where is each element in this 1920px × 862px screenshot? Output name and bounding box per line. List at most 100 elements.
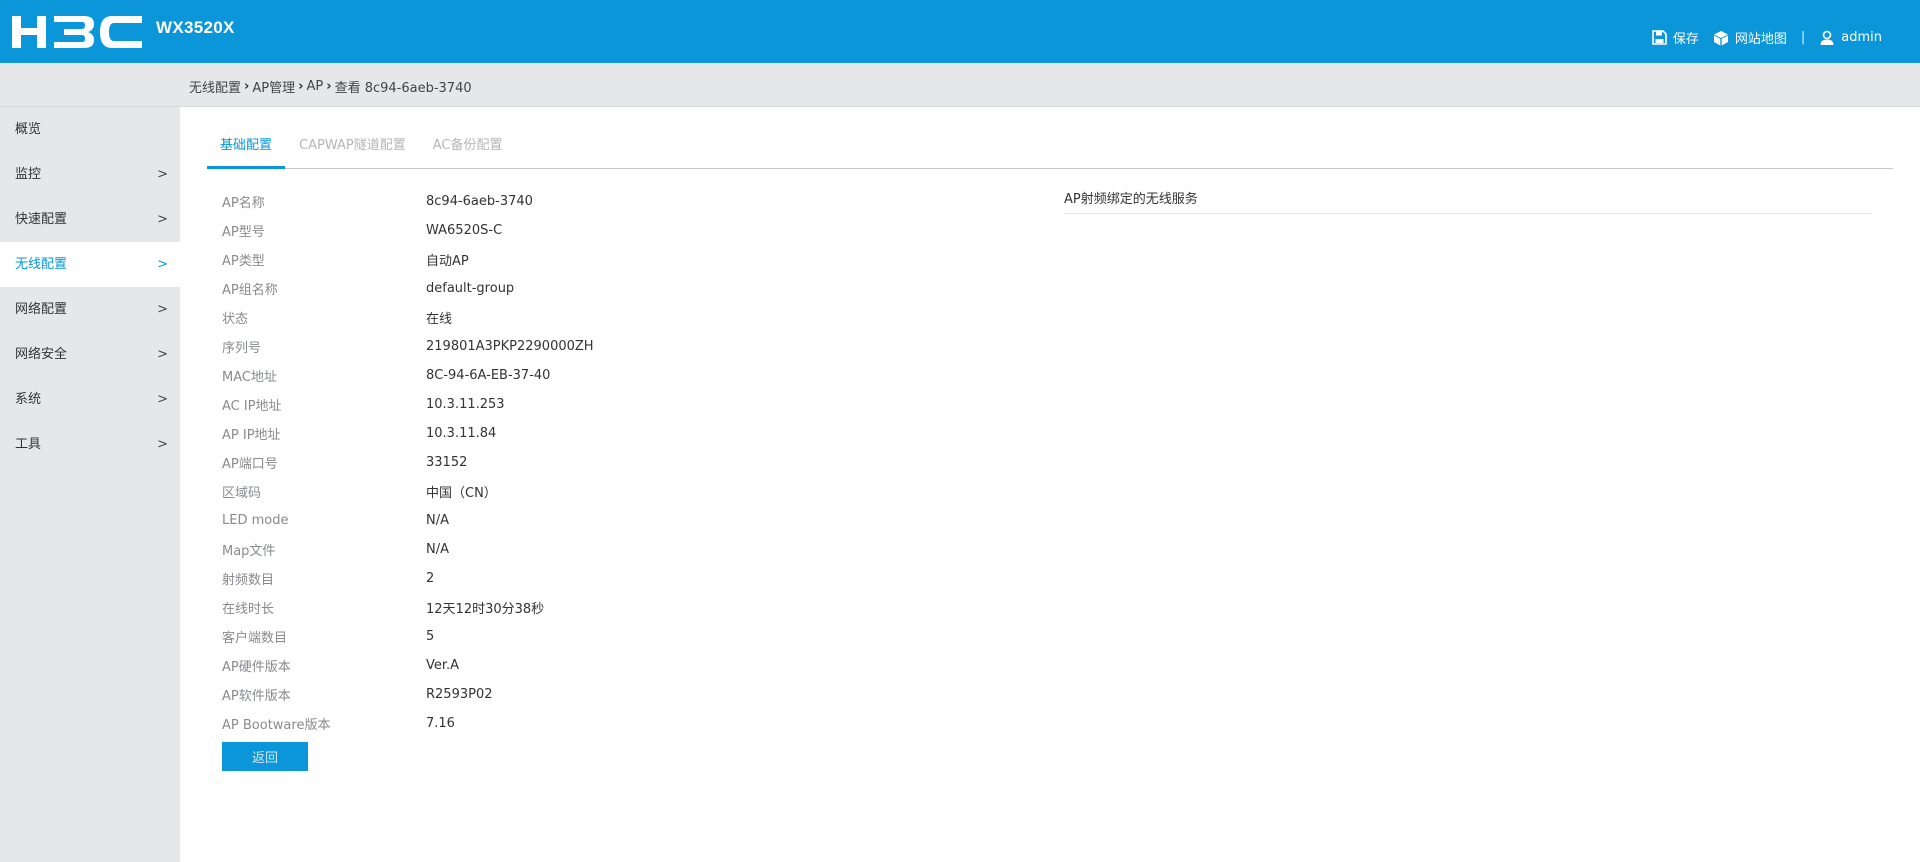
detail-value: 10.3.11.84 xyxy=(426,426,497,441)
sidebar-item-label: 快速配置 xyxy=(15,212,68,227)
ap-detail-list: AP名称 8c94-6aeb-3740 AP型号 WA6520S-C AP类型 自动A… xyxy=(222,187,594,738)
detail-row: AP IP地址 10.3.11.84 xyxy=(222,419,594,448)
detail-value: 7.16 xyxy=(426,716,455,731)
sidebar: 概览 监控 > 快速配置 > 无线配置 > 网络配置 > 网络安全 > 系统 >… xyxy=(0,107,180,862)
detail-value: 中国（CN） xyxy=(426,486,497,501)
breadcrumb: 无线配置 › AP管理 › AP › 查看 8c94-6aeb-3740 xyxy=(189,77,472,96)
chevron-right-icon: › xyxy=(326,79,332,94)
detail-value: N/A xyxy=(426,542,449,557)
sitemap-button[interactable]: 网站地图 xyxy=(1713,28,1787,47)
back-button[interactable]: 返回 xyxy=(222,742,308,771)
chevron-right-icon: > xyxy=(157,302,168,317)
breadcrumb-item[interactable]: AP管理 xyxy=(252,77,295,96)
detail-label: 射频数目 xyxy=(222,573,275,588)
detail-row: 状态 在线 xyxy=(222,303,594,332)
sidebar-item-label: 系统 xyxy=(15,392,42,407)
h3c-logo xyxy=(12,16,142,48)
header-separator: | xyxy=(1800,30,1806,45)
detail-row: AC IP地址 10.3.11.253 xyxy=(222,390,594,419)
detail-row: Map文件 N/A xyxy=(222,535,594,564)
sidebar-item-label: 网络配置 xyxy=(15,302,68,317)
header-actions: 保存 网站地图 | admin xyxy=(1638,28,1882,47)
detail-label: AP组名称 xyxy=(222,283,278,298)
chevron-right-icon: > xyxy=(157,257,168,272)
sidebar-item-quick-config[interactable]: 快速配置 > xyxy=(0,197,180,242)
detail-row: AP硬件版本 Ver.A xyxy=(222,651,594,680)
detail-value: Ver.A xyxy=(426,658,460,673)
detail-value: 8c94-6aeb-3740 xyxy=(426,194,533,209)
detail-label: AC IP地址 xyxy=(222,399,282,414)
sidebar-item-tools[interactable]: 工具 > xyxy=(0,422,180,467)
detail-label: LED mode xyxy=(222,513,289,528)
user-label: admin xyxy=(1841,30,1882,45)
detail-row: MAC地址 8C-94-6A-EB-37-40 xyxy=(222,361,594,390)
detail-label: AP名称 xyxy=(222,196,265,211)
sidebar-item-label: 工具 xyxy=(15,437,42,452)
sidebar-item-network-security[interactable]: 网络安全 > xyxy=(0,332,180,377)
detail-row: AP型号 WA6520S-C xyxy=(222,216,594,245)
chevron-right-icon: > xyxy=(157,437,168,452)
detail-row: AP Bootware版本 7.16 xyxy=(222,709,594,738)
detail-label: MAC地址 xyxy=(222,370,277,385)
detail-row: 序列号 219801A3PKP2290000ZH xyxy=(222,332,594,361)
detail-label: AP端口号 xyxy=(222,457,278,472)
detail-value: 33152 xyxy=(426,455,468,470)
detail-label: AP型号 xyxy=(222,225,265,240)
main-content: 基础配置 CAPWAP隧道配置 AC备份配置 AP名称 8c94-6aeb-374… xyxy=(180,107,1920,862)
sidebar-item-overview[interactable]: 概览 xyxy=(0,107,180,152)
detail-value: default-group xyxy=(426,281,515,296)
detail-value: 2 xyxy=(426,571,435,586)
detail-value: N/A xyxy=(426,513,449,528)
save-label: 保存 xyxy=(1672,32,1699,47)
detail-row: AP类型 自动AP xyxy=(222,245,594,274)
detail-row: AP软件版本 R2593P02 xyxy=(222,680,594,709)
detail-value: 在线 xyxy=(426,312,453,327)
chevron-right-icon: › xyxy=(298,79,304,94)
chevron-right-icon: › xyxy=(244,79,250,94)
user-menu[interactable]: admin xyxy=(1819,30,1882,46)
detail-label: AP硬件版本 xyxy=(222,660,291,675)
breadcrumb-item[interactable]: AP xyxy=(306,79,323,94)
tab-bar: 基础配置 CAPWAP隧道配置 AC备份配置 xyxy=(207,123,1893,169)
top-header: WX3520X 保存 网站地图 | admin xyxy=(0,0,1920,63)
detail-row: AP名称 8c94-6aeb-3740 xyxy=(222,187,594,216)
radio-service-panel: AP射频绑定的无线服务 xyxy=(1064,188,1872,214)
user-icon xyxy=(1820,30,1834,45)
chevron-right-icon: > xyxy=(157,212,168,227)
detail-value: 12天12时30分38秒 xyxy=(426,602,545,617)
detail-label: 在线时长 xyxy=(222,602,275,617)
sidebar-item-system[interactable]: 系统 > xyxy=(0,377,180,422)
detail-label: 区域码 xyxy=(222,486,262,501)
device-model: WX3520X xyxy=(156,18,235,37)
detail-row: AP端口号 33152 xyxy=(222,448,594,477)
sidebar-item-monitor[interactable]: 监控 > xyxy=(0,152,180,197)
detail-value: R2593P02 xyxy=(426,687,493,702)
detail-label: AP Bootware版本 xyxy=(222,718,331,733)
chevron-right-icon: > xyxy=(157,167,168,182)
detail-label: Map文件 xyxy=(222,544,276,559)
detail-row: LED mode N/A xyxy=(222,506,594,535)
tab-ac-backup[interactable]: AC备份配置 xyxy=(420,123,516,169)
save-button[interactable]: 保存 xyxy=(1652,28,1699,47)
detail-value: WA6520S-C xyxy=(426,223,503,238)
breadcrumb-bar: 无线配置 › AP管理 › AP › 查看 8c94-6aeb-3740 xyxy=(0,63,1920,107)
radio-service-title: AP射频绑定的无线服务 xyxy=(1064,188,1872,214)
detail-value: 5 xyxy=(426,629,435,644)
detail-label: AP软件版本 xyxy=(222,689,291,704)
sidebar-item-network-config[interactable]: 网络配置 > xyxy=(0,287,180,332)
detail-label: 客户端数目 xyxy=(222,631,288,646)
detail-row: 在线时长 12天12时30分38秒 xyxy=(222,593,594,622)
detail-row: AP组名称 default-group xyxy=(222,274,594,303)
detail-value: 8C-94-6A-EB-37-40 xyxy=(426,368,551,383)
detail-label: 状态 xyxy=(222,312,249,327)
detail-value: 自动AP xyxy=(426,254,469,269)
sidebar-item-wireless-config[interactable]: 无线配置 > xyxy=(0,242,180,287)
tab-basic-config[interactable]: 基础配置 xyxy=(207,123,286,169)
tab-capwap-tunnel[interactable]: CAPWAP隧道配置 xyxy=(286,123,419,169)
detail-label: AP类型 xyxy=(222,254,265,269)
sitemap-label: 网站地图 xyxy=(1734,32,1787,47)
detail-row: 射频数目 2 xyxy=(222,564,594,593)
breadcrumb-item[interactable]: 无线配置 xyxy=(189,77,241,96)
sidebar-item-label: 无线配置 xyxy=(15,257,68,272)
chevron-right-icon: > xyxy=(157,392,168,407)
